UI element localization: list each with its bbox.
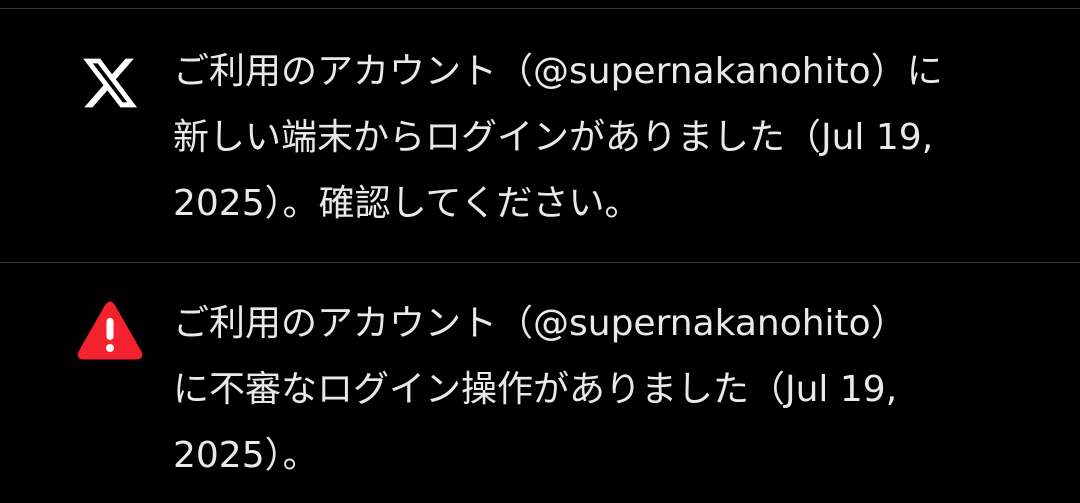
notification-line: 2025）。	[173, 435, 319, 476]
notification-line: 新しい端末からログインがありました（Jul 19,	[173, 117, 934, 158]
notification-text: ご利用のアカウント（@supernakanohito） に不審なログイン操作があ…	[173, 291, 907, 489]
notification-line: 2025）。確認してください。	[173, 183, 641, 224]
notification-suspicious-login[interactable]: ご利用のアカウント（@supernakanohito） に不審なログイン操作があ…	[0, 263, 1080, 503]
x-logo-icon	[80, 53, 140, 113]
notification-new-device-login[interactable]: ご利用のアカウント（@supernakanohito）に 新しい端末からログイン…	[0, 9, 1080, 262]
notification-line: ご利用のアカウント（@supernakanohito）に	[173, 51, 943, 92]
notification-text: ご利用のアカウント（@supernakanohito）に 新しい端末からログイン…	[173, 39, 943, 237]
notification-line: に不審なログイン操作がありました（Jul 19,	[173, 369, 898, 410]
warning-icon	[77, 301, 143, 361]
notification-line: ご利用のアカウント（@supernakanohito）	[173, 303, 907, 344]
